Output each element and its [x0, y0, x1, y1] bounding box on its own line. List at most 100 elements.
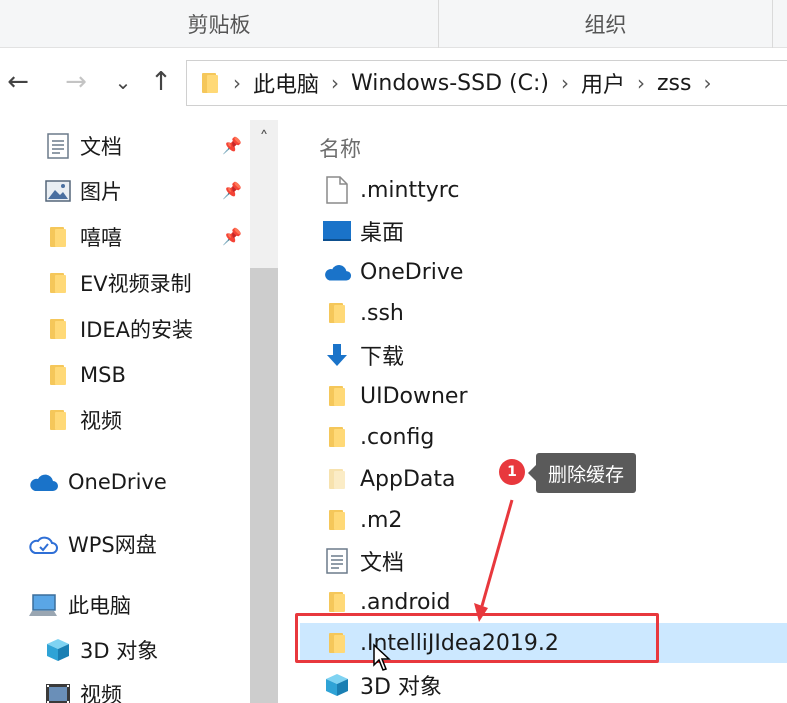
nav-item-label: 嘻嘻: [80, 226, 122, 250]
ribbon-group-clipboard[interactable]: 剪贴板: [0, 0, 438, 48]
file-row[interactable]: 文档: [300, 541, 787, 581]
forward-button[interactable]: →: [60, 62, 92, 102]
file-name: AppData: [360, 466, 456, 492]
file-name: .config: [360, 424, 435, 450]
folder-icon: [44, 315, 72, 343]
file-row[interactable]: UIDowner: [300, 376, 787, 416]
nav-item-videos[interactable]: 视频: [44, 674, 122, 703]
forward-arrow-icon: →: [65, 67, 87, 97]
file-icon: [322, 175, 352, 205]
file-row[interactable]: 桌面: [300, 211, 787, 251]
folder-icon: [322, 298, 352, 328]
nav-item-pictures[interactable]: 图片: [44, 171, 122, 211]
file-name: .m2: [360, 507, 403, 533]
file-name: 文档: [360, 551, 405, 576]
file-name: 桌面: [360, 221, 405, 246]
file-row[interactable]: .ssh: [300, 293, 787, 333]
video-icon: [44, 680, 72, 703]
file-row[interactable]: .m2: [300, 500, 787, 540]
up-arrow-icon: ↑: [150, 67, 172, 97]
pin-icon: 📌: [222, 227, 242, 246]
wps-cloud-icon: [26, 530, 60, 558]
folder-icon: [322, 505, 352, 535]
cube-icon: [44, 636, 72, 664]
chevron-down-icon: ⌄: [114, 70, 132, 94]
file-name: .android: [360, 589, 451, 615]
nav-item-ev-recording[interactable]: EV视频录制: [44, 263, 192, 303]
highlight-box: [295, 613, 659, 663]
desktop-icon: [322, 216, 352, 246]
document-icon: [44, 132, 72, 160]
breadcrumb-chevron-icon[interactable]: ›: [233, 71, 241, 95]
nav-item-label: IDEA的安装: [80, 318, 193, 342]
breadcrumb-zss[interactable]: zss: [657, 71, 691, 96]
file-name: 下载: [360, 345, 405, 370]
folder-icon: [44, 406, 72, 434]
file-row[interactable]: .config: [300, 417, 787, 457]
ribbon-group-label: 剪贴板: [187, 13, 251, 37]
breadcrumb-chevron-icon[interactable]: ›: [637, 71, 645, 95]
back-arrow-icon: ←: [7, 67, 29, 97]
annotation-tooltip: 删除缓存: [527, 453, 637, 493]
breadcrumb-chevron-icon[interactable]: ›: [703, 71, 711, 95]
nav-item-xixi[interactable]: 嘻嘻: [44, 217, 122, 257]
breadcrumb-chevron-icon[interactable]: ›: [331, 71, 339, 95]
ribbon-divider: [772, 0, 773, 48]
nav-item-label: OneDrive: [68, 470, 167, 494]
file-name: .ssh: [360, 300, 404, 326]
picture-icon: [44, 177, 72, 205]
nav-item-3d-objects[interactable]: 3D 对象: [44, 630, 158, 670]
scroll-up-button[interactable]: ˄: [250, 122, 278, 154]
nav-item-documents[interactable]: 文档: [44, 126, 122, 166]
nav-item-label: 3D 对象: [80, 639, 159, 663]
folder-icon: [199, 72, 221, 94]
folder-icon: [44, 361, 72, 389]
nav-item-label: 视频: [80, 683, 122, 703]
ribbon: 剪贴板 组织: [0, 0, 787, 48]
nav-item-videos-folder[interactable]: 视频: [44, 400, 122, 440]
folder-icon: [44, 223, 72, 251]
nav-item-msb[interactable]: MSB: [44, 355, 126, 395]
navigation-bar: ← → ⌄ ↑ › 此电脑 › Windows-SSD (C:) › 用户 › …: [0, 48, 787, 120]
file-row[interactable]: OneDrive: [300, 252, 787, 292]
breadcrumb-users[interactable]: 用户: [581, 67, 625, 99]
file-name: OneDrive: [360, 259, 464, 285]
pin-icon: 📌: [222, 136, 242, 155]
hidden-folder-icon: [322, 464, 352, 494]
nav-item-label: WPS网盘: [68, 533, 157, 557]
nav-item-label: 文档: [80, 135, 122, 159]
file-row[interactable]: .minttyrc: [300, 170, 787, 210]
nav-item-label: EV视频录制: [80, 272, 192, 296]
download-icon: [322, 340, 352, 370]
ribbon-group-label: 组织: [584, 13, 627, 37]
nav-item-onedrive[interactable]: OneDrive: [26, 462, 167, 502]
column-header-name[interactable]: 名称: [319, 133, 361, 163]
document-icon: [322, 546, 352, 576]
nav-item-label: MSB: [80, 363, 126, 387]
address-bar[interactable]: › 此电脑 › Windows-SSD (C:) › 用户 › zss ›: [186, 60, 787, 106]
mouse-cursor-icon: [372, 643, 392, 677]
nav-item-label: 图片: [80, 180, 122, 204]
file-name: UIDowner: [360, 383, 468, 409]
back-button[interactable]: ←: [2, 62, 34, 102]
cloud-icon: [322, 257, 352, 287]
nav-item-this-pc[interactable]: 此电脑: [26, 585, 131, 625]
breadcrumb-chevron-icon[interactable]: ›: [561, 71, 569, 95]
folder-icon: [322, 381, 352, 411]
navpane-scroll-thumb[interactable]: [250, 268, 278, 703]
file-row[interactable]: 下载: [300, 335, 787, 375]
file-name: .minttyrc: [360, 177, 460, 203]
recent-locations-button[interactable]: ⌄: [110, 62, 136, 102]
ribbon-group-organize[interactable]: 组织: [439, 0, 772, 48]
nav-item-wps-drive[interactable]: WPS网盘: [26, 524, 157, 564]
breadcrumb-drive-c[interactable]: Windows-SSD (C:): [351, 71, 549, 96]
breadcrumb-this-pc[interactable]: 此电脑: [253, 67, 319, 99]
cube-icon: [322, 670, 352, 700]
computer-icon: [26, 591, 60, 619]
nav-item-label: 视频: [80, 409, 122, 433]
cloud-icon: [26, 468, 60, 496]
up-button[interactable]: ↑: [146, 62, 176, 102]
nav-item-idea-install[interactable]: IDEA的安装: [44, 309, 193, 349]
folder-icon: [44, 269, 72, 297]
folder-icon: [322, 422, 352, 452]
